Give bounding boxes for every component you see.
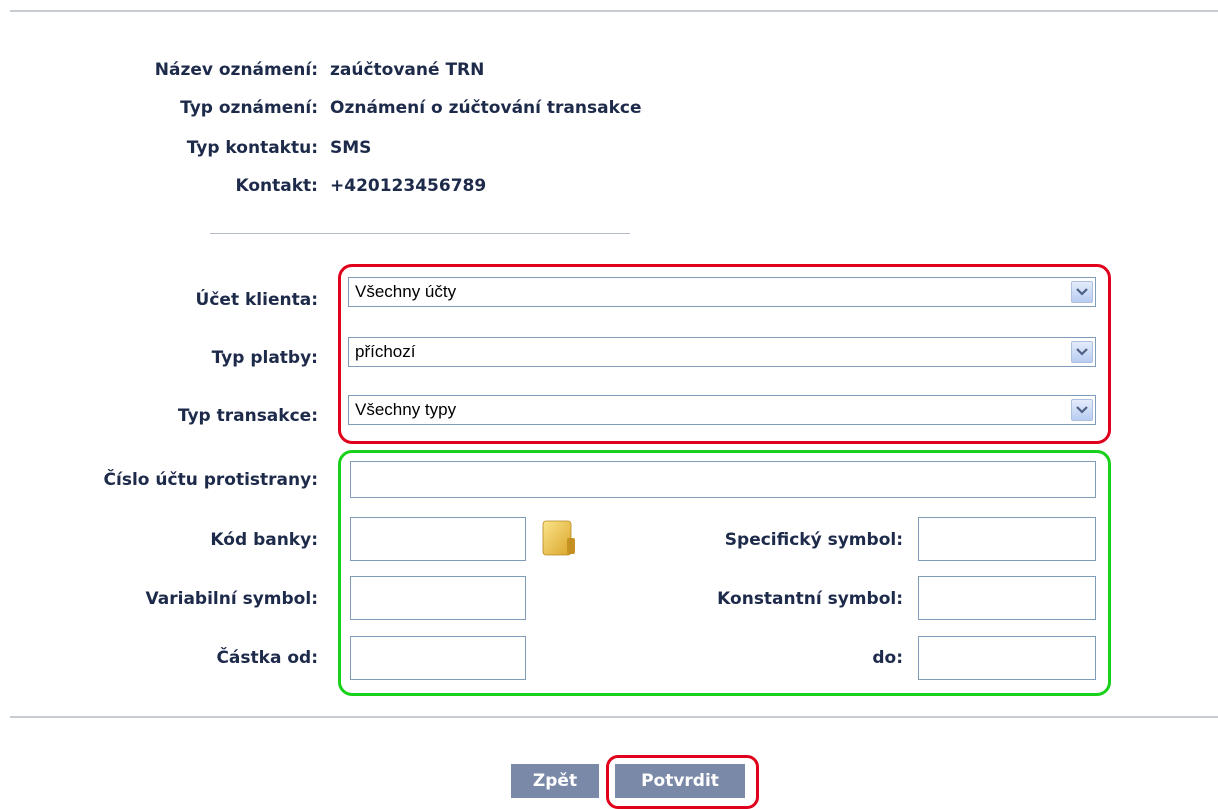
amount-from-label: Částka od: (216, 648, 318, 668)
payment-type-select-value: příchozí (355, 342, 416, 361)
summary-row-type: Typ oznámení: Oznámení o zúčtování trans… (0, 98, 1218, 122)
account-select-value: Všechny účty (355, 282, 457, 301)
chevron-down-icon[interactable] (1071, 399, 1093, 421)
summary-label: Kontakt: (235, 176, 319, 196)
specific-symbol-input[interactable] (918, 517, 1096, 561)
summary-value: SMS (330, 138, 372, 158)
summary-separator (210, 233, 630, 234)
back-button[interactable]: Zpět (511, 764, 599, 798)
specific-symbol-label: Specifický symbol: (724, 530, 903, 550)
summary-row-name: Název oznámení: zaúčtované TRN (0, 60, 1218, 84)
summary-label: Název oznámení: (154, 60, 318, 80)
transaction-type-select[interactable]: Všechny typy (348, 395, 1096, 425)
summary-row-contact: Kontakt: +420123456789 (0, 176, 1218, 200)
chevron-down-icon[interactable] (1071, 281, 1093, 303)
summary-value: zaúčtované TRN (330, 60, 485, 80)
payment-type-select[interactable]: příchozí (348, 337, 1096, 367)
constant-symbol-input[interactable] (918, 576, 1096, 620)
transaction-type-select-value: Všechny typy (355, 400, 457, 419)
bank-code-input[interactable] (350, 517, 526, 561)
account-select[interactable]: Všechny účty (348, 277, 1096, 307)
amount-from-input[interactable] (350, 636, 526, 680)
variable-symbol-input[interactable] (350, 576, 526, 620)
amount-to-label: do: (872, 648, 903, 668)
payment-type-label: Typ platby: (211, 348, 318, 368)
counterparty-account-label: Číslo účtu protistrany: (103, 470, 318, 490)
account-label: Účet klienta: (195, 290, 318, 310)
amount-to-input[interactable] (918, 636, 1096, 680)
form-divider (10, 716, 1218, 718)
constant-symbol-label: Konstantní symbol: (717, 589, 903, 609)
bank-code-label: Kód banky: (210, 530, 318, 550)
counterparty-account-input[interactable] (350, 461, 1096, 498)
transaction-type-label: Typ transakce: (177, 406, 318, 426)
summary-value: +420123456789 (330, 176, 487, 196)
summary-value: Oznámení o zúčtování transakce (330, 98, 642, 118)
summary-row-contact-type: Typ kontaktu: SMS (0, 138, 1218, 162)
chevron-down-icon[interactable] (1071, 341, 1093, 363)
variable-symbol-label: Variabilní symbol: (145, 589, 318, 609)
folder-icon[interactable] (540, 518, 580, 558)
top-divider (10, 10, 1218, 12)
summary-label: Typ oznámení: (180, 98, 318, 118)
confirm-button[interactable]: Potvrdit (615, 764, 745, 798)
summary-label: Typ kontaktu: (186, 138, 318, 158)
